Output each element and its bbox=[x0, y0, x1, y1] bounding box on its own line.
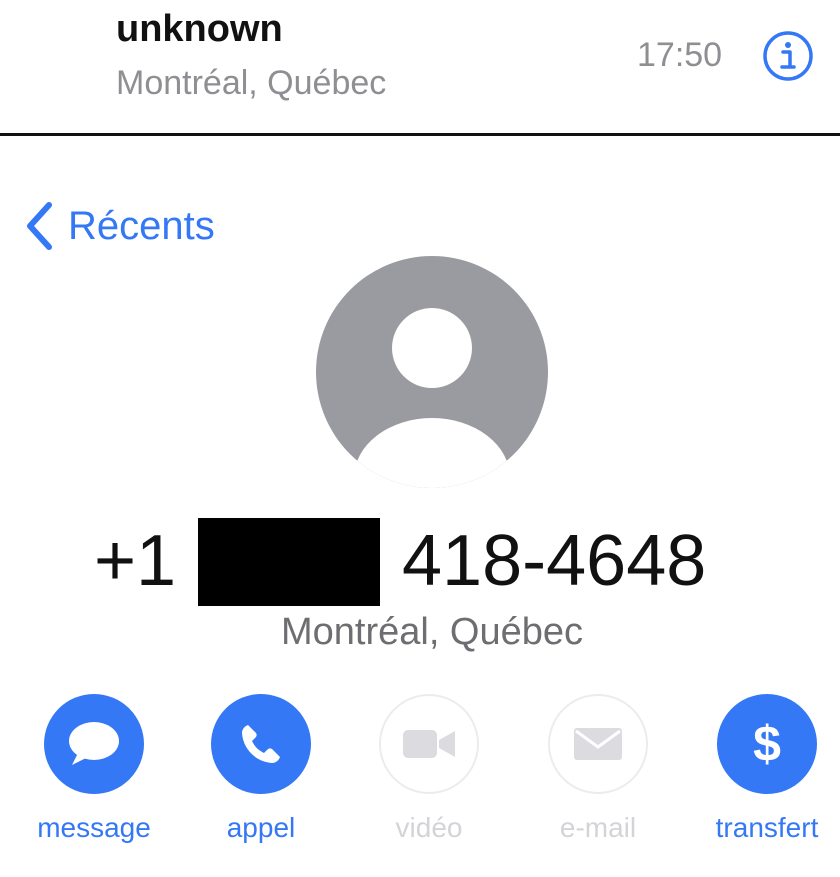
speech-bubble-icon bbox=[69, 722, 119, 765]
email-label: e-mail bbox=[559, 812, 637, 843]
transfer-button[interactable]: $ transfert bbox=[697, 694, 837, 854]
call-button[interactable]: appel bbox=[191, 694, 331, 854]
caller-name: unknown bbox=[116, 8, 283, 50]
phone-number: +1 418-4648 bbox=[0, 512, 840, 608]
back-label: Récents bbox=[68, 203, 215, 248]
video-button[interactable]: vidéo bbox=[359, 694, 499, 854]
envelope-icon bbox=[574, 728, 622, 760]
message-button[interactable]: message bbox=[24, 694, 164, 854]
recent-call-row[interactable]: unknown Montréal, Québec 17:50 bbox=[0, 0, 840, 133]
email-button[interactable]: e-mail bbox=[528, 694, 668, 854]
dollar-icon: $ bbox=[753, 716, 781, 772]
phone-icon bbox=[242, 725, 280, 763]
video-camera-icon bbox=[403, 730, 455, 758]
person-silhouette-icon bbox=[316, 256, 548, 488]
video-label: vidéo bbox=[395, 812, 463, 843]
number-prefix: +1 bbox=[94, 521, 177, 601]
contact-location: Montréal, Québec bbox=[280, 611, 584, 653]
number-suffix: 418-4648 bbox=[402, 521, 707, 601]
call-time: 17:50 bbox=[637, 36, 723, 74]
transfer-label: transfert bbox=[715, 812, 819, 843]
info-circle-icon[interactable] bbox=[762, 30, 814, 82]
call-label: appel bbox=[226, 812, 296, 843]
redaction-block bbox=[198, 518, 380, 606]
contact-detail-screen: Récents +1 418-4648 Montréal, Québec mes… bbox=[0, 136, 840, 877]
chevron-left-icon bbox=[27, 202, 52, 250]
back-button[interactable]: Récents bbox=[22, 196, 215, 256]
message-label: message bbox=[37, 812, 151, 843]
caller-location: Montréal, Québec bbox=[116, 64, 387, 102]
